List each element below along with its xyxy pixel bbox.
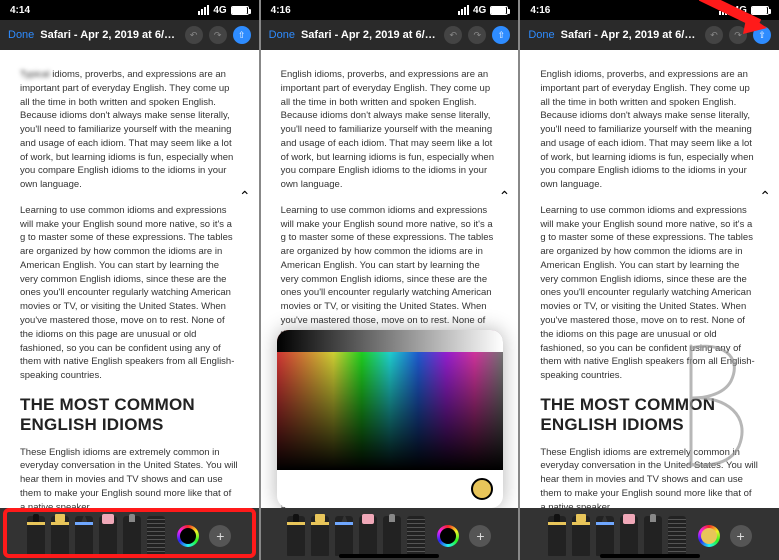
undo-button[interactable]: ↶ xyxy=(444,26,462,44)
eraser-tool[interactable] xyxy=(359,516,377,556)
pencil-tool[interactable] xyxy=(75,516,93,556)
signal-icon xyxy=(198,5,209,15)
done-button[interactable]: Done xyxy=(528,29,554,41)
screenshot-2: 4:16 4G Done Safari - Apr 2, 2019 at 6/0… xyxy=(260,0,520,560)
signal-icon xyxy=(719,5,730,15)
markup-toolbar: + xyxy=(520,508,779,560)
status-bar: 4:16 4G xyxy=(261,0,519,20)
scroll-up-icon[interactable]: ⌃ xyxy=(239,186,251,206)
add-tool-button[interactable]: + xyxy=(469,525,491,547)
undo-button[interactable]: ↶ xyxy=(705,26,723,44)
markup-header: Done Safari - Apr 2, 2019 at 6/0... ↶ ↷ … xyxy=(0,20,259,50)
battery-icon xyxy=(231,6,249,15)
status-bar: 4:16 4G xyxy=(520,0,779,20)
signal-icon xyxy=(458,5,469,15)
screenshot-1: 4:14 4G Done Safari - Apr 2, 2019 at 6/0… xyxy=(0,0,260,560)
section-heading: THE MOST COMMON ENGLISH IDIOMS xyxy=(20,395,239,436)
markup-header: Done Safari - Apr 2, 2019 at 6/0... ↶ ↷ … xyxy=(520,20,779,50)
pen-tool[interactable] xyxy=(287,516,305,556)
color-picker-button[interactable] xyxy=(177,525,199,547)
ruler-tool[interactable] xyxy=(668,516,686,556)
done-button[interactable]: Done xyxy=(269,29,295,41)
lasso-tool[interactable] xyxy=(383,516,401,556)
lead-word: English xyxy=(281,69,312,80)
color-picker-button[interactable] xyxy=(437,525,459,547)
lasso-tool[interactable] xyxy=(123,516,141,556)
color-picker-button[interactable] xyxy=(698,525,720,547)
document-body[interactable]: Typical idioms, proverbs, and expression… xyxy=(0,50,259,508)
network-label: 4G xyxy=(213,5,226,16)
ruler-tool[interactable] xyxy=(147,516,165,556)
add-tool-button[interactable]: + xyxy=(730,525,752,547)
share-button[interactable]: ⇧ xyxy=(753,26,771,44)
selected-color-preview[interactable] xyxy=(471,478,493,500)
add-tool-button[interactable]: + xyxy=(209,525,231,547)
share-button[interactable]: ⇧ xyxy=(233,26,251,44)
home-indicator[interactable] xyxy=(339,554,439,558)
redo-button[interactable]: ↷ xyxy=(209,26,227,44)
markup-toolbar: + xyxy=(0,508,259,560)
network-label: 4G xyxy=(734,5,747,16)
battery-icon xyxy=(751,6,769,15)
lead-word: English xyxy=(540,69,571,80)
pencil-tool[interactable] xyxy=(335,516,353,556)
clock: 4:16 xyxy=(530,5,550,16)
pen-tool[interactable] xyxy=(27,516,45,556)
document-title: Safari - Apr 2, 2019 at 6/0... xyxy=(561,29,699,41)
ruler-tool[interactable] xyxy=(407,516,425,556)
redo-button[interactable]: ↷ xyxy=(729,26,747,44)
clock: 4:14 xyxy=(10,5,30,16)
marker-tool[interactable] xyxy=(51,516,69,556)
document-body[interactable]: English idioms, proverbs, and expression… xyxy=(520,50,779,508)
document-title: Safari - Apr 2, 2019 at 6/0... xyxy=(301,29,438,41)
redo-button[interactable]: ↷ xyxy=(468,26,486,44)
undo-button[interactable]: ↶ xyxy=(185,26,203,44)
pencil-tool[interactable] xyxy=(596,516,614,556)
eraser-tool[interactable] xyxy=(620,516,638,556)
marker-tool[interactable] xyxy=(572,516,590,556)
scroll-up-icon[interactable]: ⌃ xyxy=(499,186,511,206)
section-heading: THE MOST COMMON ENGLISH IDIOMS xyxy=(540,395,759,436)
network-label: 4G xyxy=(473,5,486,16)
eraser-tool[interactable] xyxy=(99,516,117,556)
scroll-up-icon[interactable]: ⌃ xyxy=(759,186,771,206)
markup-toolbar: + xyxy=(261,508,519,560)
home-indicator[interactable] xyxy=(600,554,700,558)
color-grid[interactable] xyxy=(277,330,503,470)
document-title: Safari - Apr 2, 2019 at 6/0... xyxy=(40,29,178,41)
color-picker-popup[interactable] xyxy=(277,330,503,508)
marker-tool[interactable] xyxy=(311,516,329,556)
screenshot-3: 4:16 4G Done Safari - Apr 2, 2019 at 6/0… xyxy=(519,0,779,560)
status-bar: 4:14 4G xyxy=(0,0,259,20)
lasso-tool[interactable] xyxy=(644,516,662,556)
blurred-word: Typical xyxy=(20,68,50,82)
clock: 4:16 xyxy=(271,5,291,16)
share-button[interactable]: ⇧ xyxy=(492,26,510,44)
markup-header: Done Safari - Apr 2, 2019 at 6/0... ↶ ↷ … xyxy=(261,20,519,50)
battery-icon xyxy=(490,6,508,15)
done-button[interactable]: Done xyxy=(8,29,34,41)
pen-tool[interactable] xyxy=(548,516,566,556)
